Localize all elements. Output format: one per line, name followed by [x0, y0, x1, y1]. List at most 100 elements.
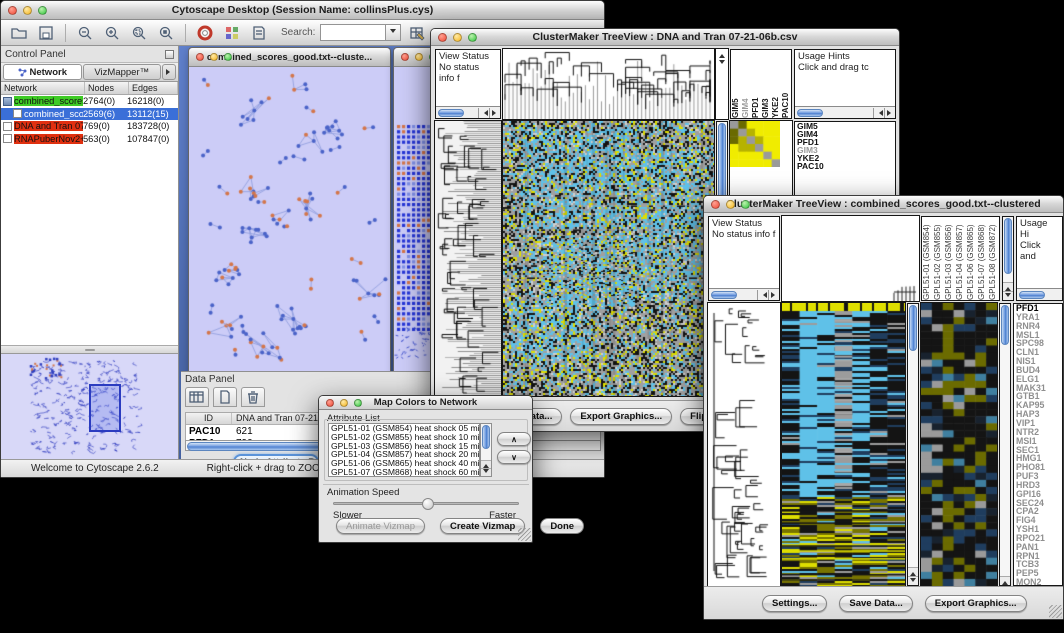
scroll-right-button[interactable] — [768, 290, 779, 300]
row-dendrogram-canvas[interactable] — [435, 121, 501, 396]
column-label[interactable]: GIM5 — [731, 50, 741, 118]
column-dendrogram-canvas[interactable] — [782, 216, 919, 301]
attribute-listbox[interactable]: GPL51-01 (GSM854) heat shock 05 minGPL51… — [328, 423, 480, 477]
scroll-thumb[interactable] — [1004, 218, 1012, 274]
scroll-up-button[interactable] — [481, 460, 491, 468]
move-down-button[interactable]: ∨ — [497, 450, 531, 464]
zoom-button[interactable] — [224, 53, 232, 61]
minimize-button[interactable] — [726, 200, 735, 209]
animation-speed-slider[interactable] — [333, 502, 519, 505]
scroll-down-button[interactable] — [481, 468, 491, 476]
scroll-right-button[interactable] — [489, 108, 500, 118]
column-label[interactable]: GIM4 — [741, 50, 751, 118]
vizmapper-icon[interactable] — [221, 23, 243, 43]
column-label[interactable]: GIM3 — [761, 50, 771, 118]
zoom-button[interactable] — [468, 33, 477, 42]
tab-vizmapper[interactable]: VizMapper™ — [83, 64, 162, 80]
scroll-thumb[interactable] — [797, 109, 823, 117]
scroll-thumb[interactable] — [1001, 305, 1009, 345]
scroll-left-button[interactable] — [757, 290, 768, 300]
dialog-button[interactable]: Create Vizmap — [440, 518, 525, 534]
minimize-button[interactable] — [23, 6, 32, 15]
column-label[interactable]: GPL51-03 (GSM856) — [944, 217, 955, 300]
new-attribute-icon[interactable] — [213, 387, 237, 407]
network-list-item[interactable]: combined_sco 2569(6) 13112(15) — [1, 108, 178, 121]
help-icon[interactable] — [194, 23, 216, 43]
column-label[interactable]: GPL51-08 (GSM872) — [988, 217, 999, 300]
network-table-column[interactable]: Network — [1, 82, 85, 94]
scroll-down-button[interactable] — [1003, 291, 1013, 300]
scroll-up-button[interactable] — [1003, 282, 1013, 291]
network-view-canvas[interactable] — [189, 67, 390, 382]
zoom-button[interactable] — [38, 6, 47, 15]
gene-label[interactable]: MON2 — [1016, 578, 1062, 586]
scroll-thumb[interactable] — [482, 425, 490, 449]
attribute-list-scrollbar[interactable] — [480, 423, 492, 477]
treeview2-titlebar[interactable]: ClusterMaker TreeView : combined_scores_… — [704, 196, 1063, 213]
scroll-left-button[interactable] — [873, 108, 884, 118]
treeview-button[interactable]: Settings... — [762, 595, 827, 612]
minimize-button[interactable] — [210, 53, 218, 61]
open-session-button[interactable] — [8, 23, 30, 43]
treeview-button[interactable]: Save Data... — [839, 595, 912, 612]
tab-overflow-button[interactable] — [162, 64, 176, 80]
minimize-button[interactable] — [415, 53, 423, 61]
zoom-selected-icon[interactable] — [128, 23, 150, 43]
zoom-button[interactable] — [741, 200, 750, 209]
network-table-column[interactable]: Edges — [129, 82, 178, 94]
move-up-button[interactable]: ∧ — [497, 432, 531, 446]
close-button[interactable] — [196, 53, 204, 61]
column-label[interactable]: PAC10 — [781, 50, 791, 118]
column-label[interactable]: YKE2 — [771, 50, 781, 118]
attribute-select-icon[interactable] — [185, 387, 209, 407]
network-list-item[interactable]: DNA and Tran 07 769(0) 183728(0) — [1, 120, 178, 133]
dialog-titlebar[interactable]: Map Colors to Network — [319, 396, 532, 410]
column-label[interactable]: GPL51-04 (GSM857) — [955, 217, 966, 300]
column-label[interactable]: GPL51-07 (GSM868) — [977, 217, 988, 300]
overview-viewport-rect[interactable] — [89, 384, 121, 432]
minimize-button[interactable] — [340, 399, 348, 407]
view-status-scrollbar[interactable] — [709, 288, 779, 300]
scroll-thumb[interactable] — [1019, 291, 1045, 299]
dialog-button[interactable]: Done — [540, 518, 584, 534]
panel-splitter[interactable] — [1, 346, 178, 353]
search-dropdown-button[interactable] — [386, 24, 401, 41]
column-label[interactable]: GPL51-02 (GSM855) — [933, 217, 944, 300]
network-table-column[interactable]: Nodes — [85, 82, 129, 94]
column-label[interactable]: PFD1 — [751, 50, 761, 118]
zoom-out-icon[interactable] — [74, 23, 96, 43]
main-titlebar[interactable]: Cytoscape Desktop (Session Name: collins… — [1, 1, 604, 20]
scroll-thumb[interactable] — [438, 109, 464, 117]
close-button[interactable] — [326, 399, 334, 407]
usage-hints-scrollbar[interactable] — [795, 106, 895, 118]
zoom-button[interactable] — [354, 399, 362, 407]
minimize-button[interactable] — [453, 33, 462, 42]
dendrogram-zoom-arrows[interactable] — [716, 49, 728, 119]
scroll-up-button[interactable] — [908, 567, 918, 576]
tab-network[interactable]: Network — [3, 64, 82, 80]
column-label[interactable]: GPL51-06 (GSM865) — [966, 217, 977, 300]
scroll-thumb[interactable] — [711, 291, 737, 299]
network-window-titlebar[interactable]: combined_scores_good.txt--cluste... — [189, 48, 390, 67]
treeview-button[interactable]: Export Graphics... — [925, 595, 1027, 612]
treeview-button[interactable]: Export Graphics... — [570, 408, 672, 425]
zoom-fit-icon[interactable] — [155, 23, 177, 43]
dialog-button[interactable]: Animate Vizmap — [336, 518, 425, 534]
search-input[interactable] — [320, 24, 386, 41]
zoom-in-icon[interactable] — [101, 23, 123, 43]
global-heatmap-canvas[interactable] — [503, 121, 714, 396]
view-status-scrollbar[interactable] — [436, 106, 500, 118]
labels-vscrollbar[interactable] — [1002, 216, 1014, 301]
genelist-vscrollbar[interactable] — [999, 303, 1011, 586]
close-button[interactable] — [711, 200, 720, 209]
annotation-icon[interactable] — [248, 23, 270, 43]
column-dendrogram-canvas[interactable] — [503, 49, 714, 119]
heatmap-vscrollbar[interactable] — [907, 303, 919, 586]
network-list-item[interactable]: combined_scores 2764(0) 16218(0) — [1, 95, 178, 108]
resize-grip[interactable] — [1049, 605, 1062, 618]
resize-grip[interactable] — [518, 528, 531, 541]
zoom-heatmap-canvas[interactable] — [921, 303, 997, 586]
scroll-left-button[interactable] — [478, 108, 489, 118]
close-button[interactable] — [8, 6, 17, 15]
save-session-button[interactable] — [35, 23, 57, 43]
